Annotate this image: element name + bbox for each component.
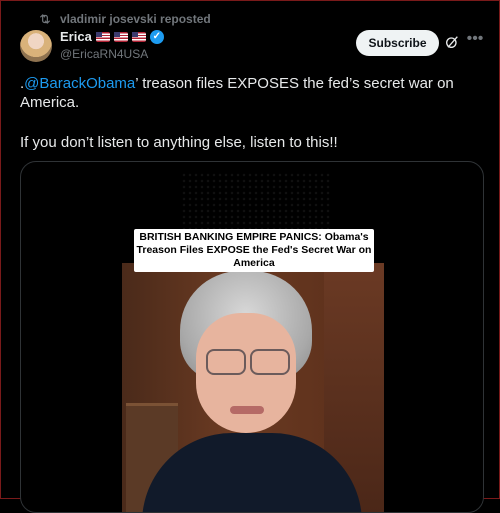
repost-indicator[interactable]: vladimir josevski reposted [38,12,211,26]
grok-icon[interactable] [444,34,460,50]
glasses-right [250,349,290,375]
video-caption: BRITISH BANKING EMPIRE PANICS: Obama's T… [134,229,374,272]
more-options-icon[interactable]: ••• [464,31,486,52]
glasses-left [206,349,246,375]
video-media[interactable]: BRITISH BANKING EMPIRE PANICS: Obama's T… [20,161,484,513]
tweet-text-line2: If you don’t listen to anything else, li… [20,134,338,151]
background-pattern [181,172,331,232]
avatar[interactable] [20,30,52,62]
repost-label: vladimir josevski reposted [60,12,211,26]
video-frame[interactable] [122,263,384,512]
author-name[interactable]: Erica [60,29,92,44]
us-flag-icon [95,31,110,42]
author-handle[interactable]: @EricaRN4USA [60,47,148,61]
subscribe-button[interactable]: Subscribe [356,30,439,56]
person-mouth [230,406,264,414]
mention-link[interactable]: @BarackObama [24,75,135,92]
us-flag-icon [113,31,128,42]
verified-badge-icon[interactable]: ✓ [149,29,164,44]
repost-icon [39,14,51,24]
author-name-row[interactable]: Erica ✓ [60,29,164,44]
us-flag-icon [131,31,146,42]
tweet-text: .@BarackObama’ treason files EXPOSES the… [20,74,460,112]
